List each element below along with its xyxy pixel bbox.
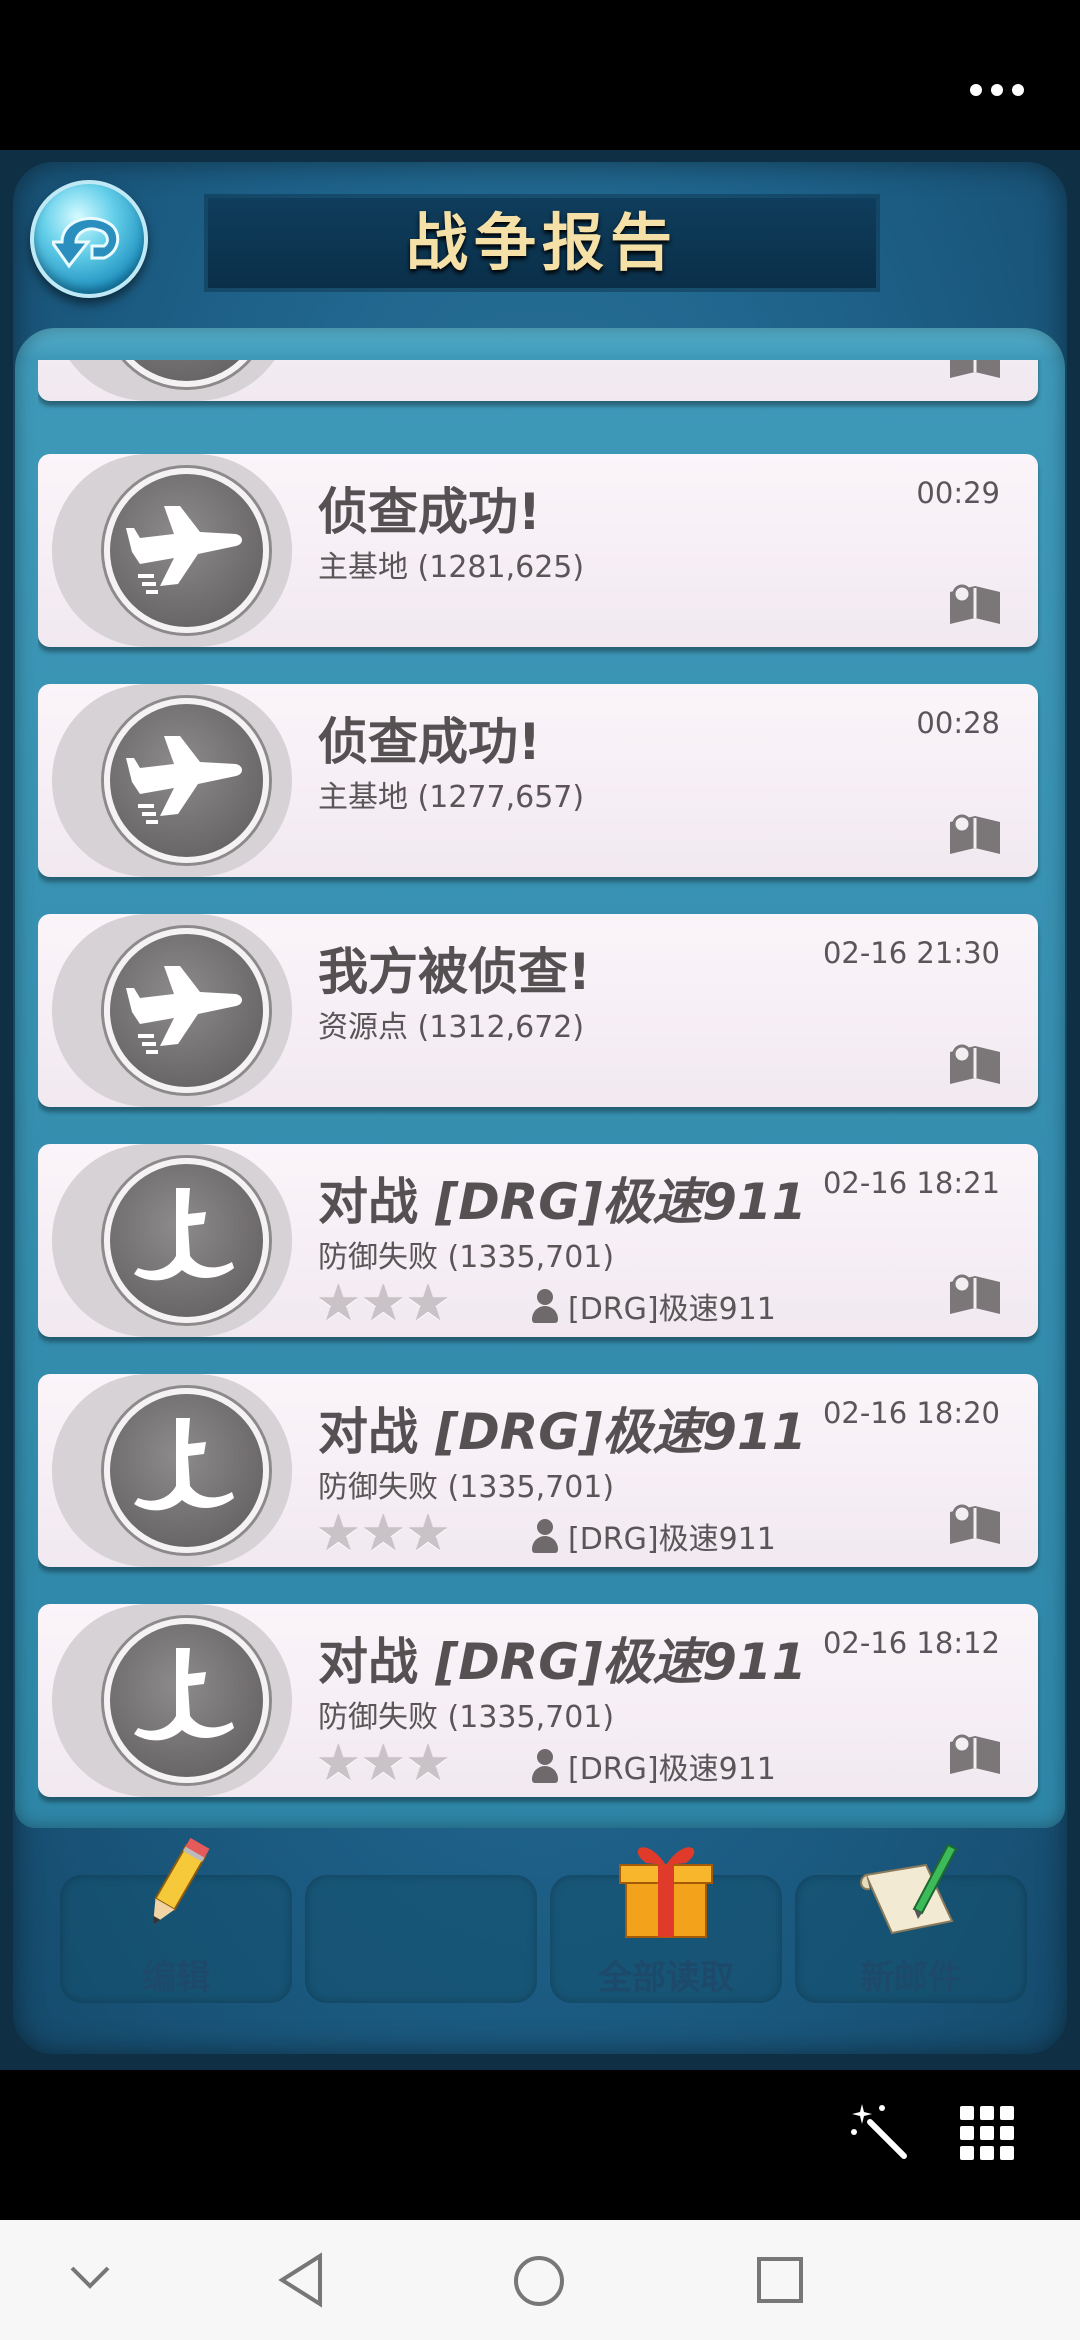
- user-icon: [530, 1289, 560, 1323]
- open-mail-icon: [950, 1274, 1000, 1314]
- opponent-info: [DRG]极速911: [530, 1744, 776, 1788]
- back-arrow-icon: [52, 216, 120, 269]
- grid-menu-icon[interactable]: [960, 2106, 1014, 2160]
- report-location: 主基地 (1277,657): [318, 780, 585, 815]
- open-mail-icon: [950, 1044, 1000, 1084]
- opponent-name: 极速911: [602, 1173, 807, 1231]
- report-location: 主基地 (1281,625): [318, 550, 585, 585]
- user-icon: [530, 1749, 560, 1783]
- user-icon: [530, 1519, 560, 1553]
- opponent-tag: [DRG]: [435, 1633, 603, 1691]
- report-card[interactable]: 对战 [DRG]极速911 防御失败 (1335,701) 02-16 18:1…: [38, 1604, 1038, 1797]
- report-time: 02-16 18:12: [822, 1626, 1000, 1660]
- status-bar: [0, 0, 1080, 150]
- new-mail-button[interactable]: 新邮件: [795, 1843, 1027, 2003]
- report-location: 防御失败 (1335,701): [318, 1240, 615, 1275]
- report-card[interactable]: 对战 [DRG]极速911 防御失败 (1335,701) 02-16 18:2…: [38, 1374, 1038, 1567]
- opponent-tag: [DRG]: [435, 1173, 603, 1231]
- star-rating: ★★★: [316, 1504, 451, 1562]
- new-mail-label: 新邮件: [860, 1958, 962, 1998]
- pencil-icon: [153, 1837, 210, 1925]
- app-bottom-bar: [0, 2070, 1080, 2220]
- report-title: 对战 [DRG]极速911: [318, 1403, 807, 1461]
- defense-failed-icon: [134, 1188, 234, 1281]
- gift-box-icon: [619, 1847, 713, 1938]
- nav-recents-icon[interactable]: [756, 2256, 804, 2304]
- defense-failed-icon: [134, 1648, 234, 1741]
- opponent-tag: [DRG]: [435, 1403, 603, 1461]
- report-card[interactable]: 对战 [DRG]极速911 防御失败 (1335,701) 02-16 18:2…: [38, 1144, 1038, 1337]
- nav-home-icon[interactable]: [512, 2254, 566, 2308]
- star-rating: ★★★: [316, 1274, 451, 1332]
- opponent-name: 极速911: [602, 1633, 807, 1691]
- empty-slot: [305, 1875, 537, 2003]
- report-list[interactable]: 侦查成功! 主基地 (1281,625) 00:29 侦查成功! 主基地 (12…: [38, 360, 1042, 1815]
- report-card-partial[interactable]: [38, 360, 1038, 401]
- opponent-info: [DRG]极速911: [530, 1284, 776, 1328]
- report-title: 对战 [DRG]极速911: [318, 1173, 807, 1231]
- scout-plane-icon: [126, 966, 242, 1054]
- report-location: 资源点 (1312,672): [318, 1010, 585, 1045]
- page-title: 战争报告: [405, 206, 678, 279]
- read-all-label: 全部读取: [598, 1958, 734, 1998]
- report-location: 防御失败 (1335,701): [318, 1700, 615, 1735]
- report-title: 侦查成功!: [318, 483, 541, 541]
- report-time: 02-16 18:21: [822, 1166, 1000, 1200]
- open-mail-icon: [950, 814, 1000, 854]
- bottom-toolbar: 编辑 全部读取 新邮件: [30, 1837, 1050, 2020]
- report-title: 对战 [DRG]极速911: [318, 1633, 807, 1691]
- nav-down-icon[interactable]: [68, 2262, 112, 2292]
- nav-back-icon[interactable]: [276, 2252, 326, 2308]
- edit-button[interactable]: 编辑: [60, 1837, 292, 2003]
- letter-quill-icon: [860, 1843, 958, 1935]
- report-time: 00:28: [916, 706, 1000, 740]
- open-mail-icon: [950, 584, 1000, 624]
- edit-label: 编辑: [142, 1958, 210, 1998]
- read-all-button[interactable]: 全部读取: [550, 1847, 782, 2003]
- defense-failed-icon: [134, 1418, 234, 1511]
- report-card[interactable]: 我方被侦查! 资源点 (1312,672) 02-16 21:30: [38, 914, 1038, 1107]
- back-button[interactable]: [30, 180, 148, 298]
- report-title: 我方被侦查!: [318, 943, 591, 1001]
- scout-plane-icon: [126, 736, 242, 824]
- open-mail-icon: [950, 1734, 1000, 1774]
- open-mail-icon: [950, 360, 1000, 378]
- open-mail-icon: [950, 1504, 1000, 1544]
- opponent-name: 极速911: [602, 1403, 807, 1461]
- opponent-info: [DRG]极速911: [530, 1514, 776, 1558]
- report-time: 02-16 18:20: [822, 1396, 1000, 1430]
- report-time: 02-16 21:30: [822, 936, 1000, 970]
- report-title: 侦查成功!: [318, 713, 541, 771]
- magic-wand-icon[interactable]: [848, 2100, 908, 2160]
- star-rating: ★★★: [316, 1734, 451, 1792]
- report-card[interactable]: 侦查成功! 主基地 (1277,657) 00:28: [38, 684, 1038, 877]
- report-card[interactable]: 侦查成功! 主基地 (1281,625) 00:29: [38, 454, 1038, 647]
- more-options-icon[interactable]: [962, 70, 1032, 110]
- report-time: 00:29: [916, 476, 1000, 510]
- scout-plane-icon: [104, 360, 269, 387]
- scout-plane-icon: [126, 506, 242, 594]
- report-location: 防御失败 (1335,701): [318, 1470, 615, 1505]
